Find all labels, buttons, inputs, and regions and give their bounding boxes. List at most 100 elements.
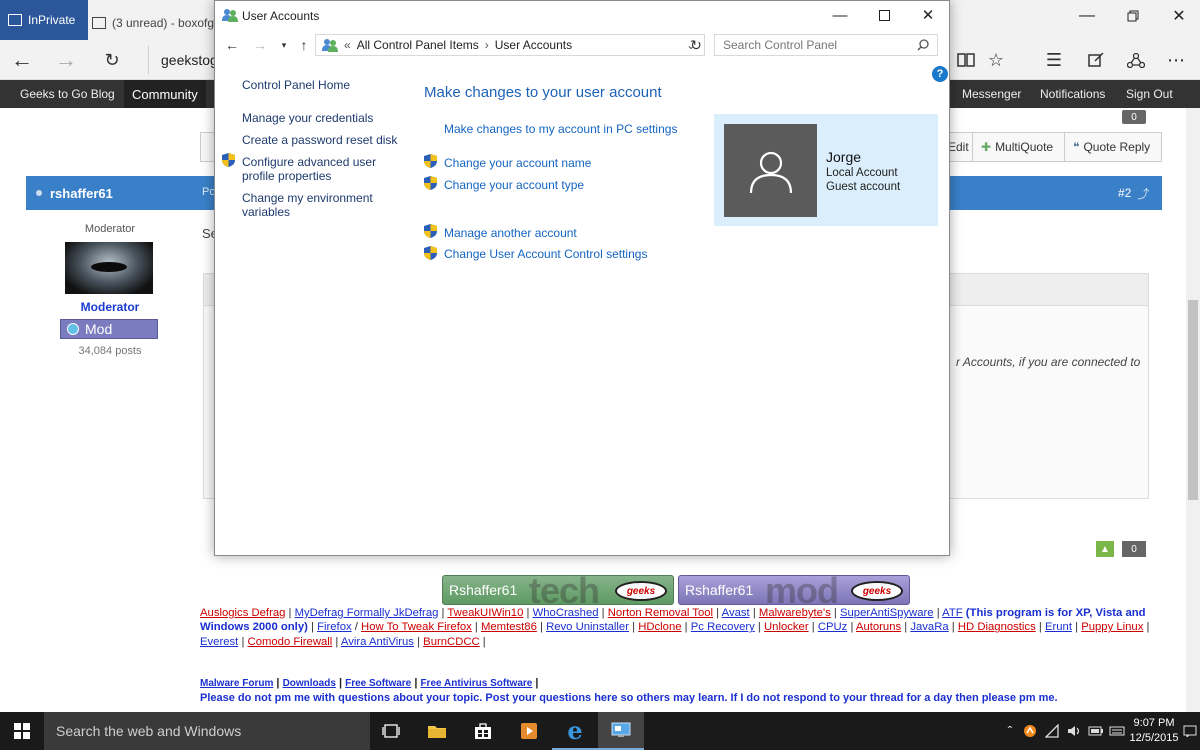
browser-close-button[interactable]: ✕	[1156, 0, 1200, 32]
advanced-profile-link-line2[interactable]: profile properties	[242, 169, 331, 183]
network-tray-icon[interactable]	[1042, 712, 1062, 750]
sig-link[interactable]: Revo Uninstaller	[546, 621, 629, 633]
nav-community[interactable]: Community	[124, 80, 206, 108]
post-author-name[interactable]: rshaffer61	[50, 186, 113, 201]
browser-restore-button[interactable]	[1110, 0, 1156, 32]
sig-link[interactable]: Comodo Firewall	[248, 636, 333, 648]
sig-link[interactable]: WhoCrashed	[533, 607, 599, 619]
author-avatar[interactable]	[65, 242, 153, 294]
footer-link[interactable]: Free Antivirus Software	[420, 678, 532, 689]
environment-variables-link-line1[interactable]: Change my environment	[242, 191, 373, 205]
page-scroll-thumb[interactable]	[1188, 300, 1198, 500]
window-maximize-button[interactable]	[862, 1, 906, 29]
sig-link[interactable]: Norton Removal Tool	[608, 607, 713, 619]
inprivate-badge[interactable]: InPrivate	[0, 0, 88, 40]
nav-messenger[interactable]: Messenger	[962, 80, 1021, 108]
footer-link[interactable]: Downloads	[283, 678, 336, 689]
back-icon[interactable]: ←	[2, 40, 42, 80]
url-field[interactable]: geekstogo	[148, 46, 218, 74]
sig-link[interactable]: Auslogics Defrag	[200, 607, 285, 619]
tray-up-arrow-icon[interactable]: ˆ	[1000, 712, 1020, 750]
signature-banner-mod[interactable]: Rshaffer61 mod geeks	[678, 575, 910, 605]
pc-settings-link[interactable]: Make changes to my account in PC setting…	[444, 122, 677, 136]
sig-link[interactable]: Erunt	[1045, 621, 1072, 633]
cp-forward-icon[interactable]: →	[248, 33, 272, 57]
sig-link[interactable]: CPUz	[818, 621, 848, 633]
volume-tray-icon[interactable]	[1064, 712, 1084, 750]
multiquote-button[interactable]: ✚ MultiQuote	[972, 132, 1061, 162]
battery-tray-icon[interactable]	[1086, 712, 1106, 750]
keyboard-tray-icon[interactable]	[1108, 712, 1126, 750]
task-view-icon[interactable]	[368, 712, 414, 750]
signature-banner-tech[interactable]: Rshaffer61 tech geeks	[442, 575, 674, 605]
sig-link[interactable]: ATF	[942, 607, 963, 619]
refresh-icon[interactable]: ↻	[92, 40, 132, 80]
change-account-name-link[interactable]: Change your account name	[444, 156, 591, 170]
cp-home-link[interactable]: Control Panel Home	[242, 78, 350, 92]
advanced-profile-link-line1[interactable]: Configure advanced user	[242, 155, 376, 169]
media-player-icon[interactable]	[506, 712, 552, 750]
manage-credentials-link[interactable]: Manage your credentials	[242, 111, 373, 125]
sig-link[interactable]: Unlocker	[764, 621, 809, 633]
more-icon[interactable]: ⋯	[1158, 40, 1194, 80]
post-number[interactable]: #2 ⤴	[1118, 176, 1149, 210]
control-panel-taskbar-icon[interactable]	[598, 712, 644, 750]
sig-link[interactable]: SuperAntiSpyware	[840, 607, 934, 619]
sig-link[interactable]: HDclone	[638, 621, 681, 633]
help-icon[interactable]: ?	[932, 66, 948, 82]
nav-sign-out[interactable]: Sign Out	[1126, 80, 1173, 108]
sig-link[interactable]: TweakUIWin10	[447, 607, 523, 619]
footer-link[interactable]: Free Software	[345, 678, 411, 689]
hub-icon[interactable]: ☰	[1036, 40, 1072, 80]
quote-reply-button[interactable]: ❝ Quote Reply	[1064, 132, 1158, 162]
sig-link[interactable]: HD Diagnostics	[958, 621, 1036, 633]
nav-notifications[interactable]: Notifications	[1040, 80, 1105, 108]
sig-link[interactable]: Avast	[722, 607, 750, 619]
store-icon[interactable]	[460, 712, 506, 750]
sig-link[interactable]: Autoruns	[856, 621, 901, 633]
sig-link[interactable]: Avira AntiVirus	[341, 636, 414, 648]
window-minimize-button[interactable]: —	[818, 1, 862, 29]
cp-address-bar[interactable]: « All Control Panel Items › User Account…	[315, 34, 705, 56]
change-account-type-link[interactable]: Change your account type	[444, 178, 584, 192]
environment-variables-link-line2[interactable]: variables	[242, 205, 290, 219]
sig-link[interactable]: Pc Recovery	[691, 621, 755, 633]
cp-search-box[interactable]: Search Control Panel	[714, 34, 938, 56]
share-icon[interactable]	[1118, 40, 1154, 80]
favorite-star-icon[interactable]: ☆	[978, 40, 1014, 80]
web-note-icon[interactable]	[1078, 40, 1114, 80]
file-explorer-icon[interactable]	[414, 712, 460, 750]
up-level-icon[interactable]: ↑	[292, 33, 316, 57]
cp-refresh-icon[interactable]: ↻	[684, 33, 708, 57]
sig-link[interactable]: Memtest86	[481, 621, 537, 633]
sig-link[interactable]: How To Tweak Firefox	[361, 621, 472, 633]
taskbar-search[interactable]: Search the web and Windows	[44, 712, 370, 750]
post-number-label[interactable]: #2	[1118, 186, 1131, 200]
footer-link[interactable]: Malware Forum	[200, 678, 273, 689]
uac-settings-link[interactable]: Change User Account Control settings	[444, 247, 647, 261]
breadcrumb-overflow-icon[interactable]: «	[344, 38, 351, 52]
browser-minimize-button[interactable]: —	[1064, 0, 1110, 32]
sig-link[interactable]: MyDefrag Formally JkDefrag	[295, 607, 439, 619]
sig-link[interactable]: Puppy Linux	[1081, 621, 1143, 633]
sig-link[interactable]: BurnCDCC	[423, 636, 480, 648]
sig-link[interactable]: Malwarebyte's	[759, 607, 831, 619]
avast-tray-icon[interactable]	[1020, 712, 1040, 750]
window-close-button[interactable]: ✕	[906, 1, 950, 29]
sig-link[interactable]: Firefox	[317, 621, 352, 633]
like-up-icon[interactable]: ▲	[1096, 541, 1114, 557]
breadcrumb-all-items[interactable]: All Control Panel Items	[357, 38, 479, 52]
start-button[interactable]	[0, 712, 44, 750]
sig-link[interactable]: JavaRa	[910, 621, 948, 633]
cp-back-icon[interactable]: ←	[220, 33, 244, 57]
account-picture[interactable]	[724, 124, 817, 217]
manage-another-account-link[interactable]: Manage another account	[444, 226, 577, 240]
share-post-icon[interactable]: ⤴	[1137, 185, 1149, 202]
nav-blog[interactable]: Geeks to Go Blog	[20, 80, 115, 108]
forward-icon[interactable]: →	[46, 40, 86, 80]
sig-link[interactable]: Everest	[200, 636, 238, 648]
action-center-icon[interactable]	[1182, 712, 1198, 750]
post-author[interactable]: rshaffer61	[36, 176, 113, 210]
breadcrumb-user-accounts[interactable]: User Accounts	[495, 38, 572, 52]
password-reset-disk-link[interactable]: Create a password reset disk	[242, 133, 397, 147]
